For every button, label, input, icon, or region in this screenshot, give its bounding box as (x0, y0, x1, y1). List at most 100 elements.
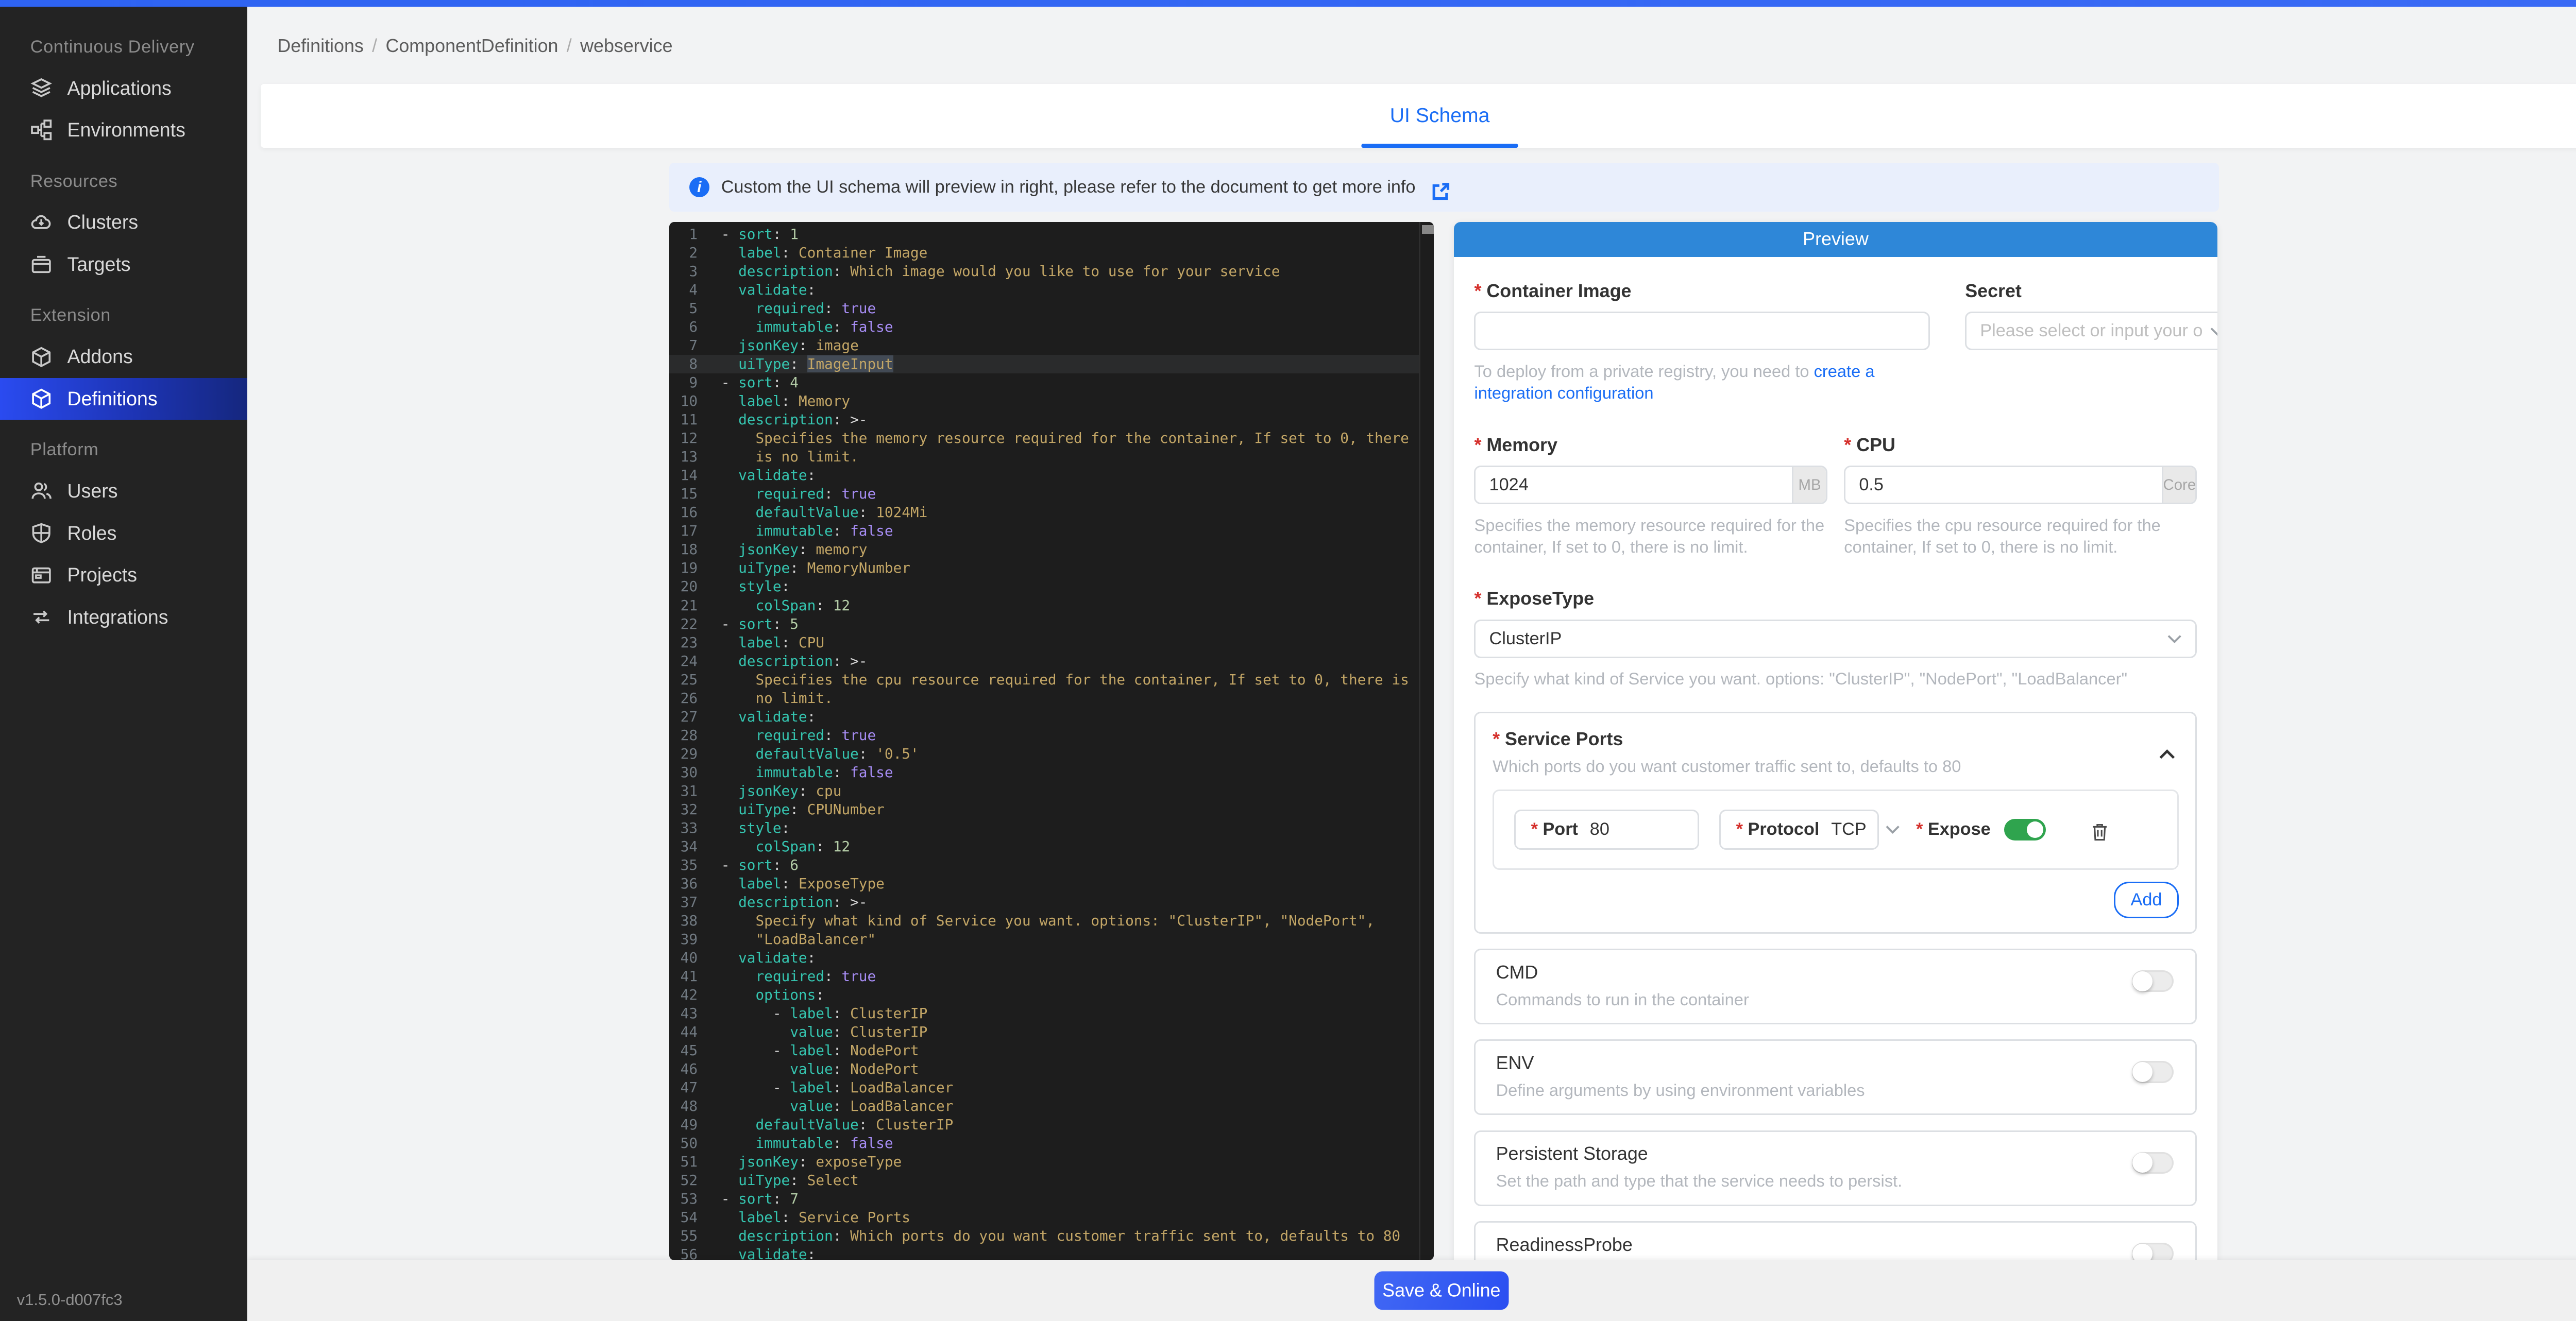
code-line[interactable]: 46 value: NodePort (669, 1060, 1434, 1078)
secret-select[interactable]: Please select or input your o (1965, 312, 2217, 350)
sidebar-item-addons[interactable]: Addons (0, 336, 247, 378)
code-line[interactable]: 34 colSpan: 12 (669, 837, 1434, 856)
code-line[interactable]: 52 uiType: Select (669, 1171, 1434, 1190)
memory-input[interactable] (1476, 467, 1792, 503)
sidebar-item-label: Clusters (67, 211, 138, 233)
code-line[interactable]: 17 immutable: false (669, 522, 1434, 540)
code-line[interactable]: 27 validate: (669, 708, 1434, 726)
code-line[interactable]: 10 label: Memory (669, 392, 1434, 410)
code-line[interactable]: 12 Specifies the memory resource require… (669, 429, 1434, 448)
sidebar-item-applications[interactable]: Applications (0, 67, 247, 109)
sidebar-item-projects[interactable]: Projects (0, 554, 247, 596)
code-line[interactable]: 26 no limit. (669, 689, 1434, 708)
code-line[interactable]: 54 label: Service Ports (669, 1208, 1434, 1227)
code-line[interactable]: 24 description: >- (669, 652, 1434, 671)
breadcrumb-item[interactable]: Definitions (277, 36, 364, 57)
code-line[interactable]: 9- sort: 4 (669, 373, 1434, 392)
code-line[interactable]: 23 label: CPU (669, 633, 1434, 652)
code-line[interactable]: 47 - label: LoadBalancer (669, 1078, 1434, 1097)
minimap[interactable] (1419, 222, 1434, 1260)
code-line[interactable]: 48 value: LoadBalancer (669, 1097, 1434, 1116)
cpu-label: CPU (1844, 435, 2197, 456)
sidebar-item-definitions[interactable]: Definitions (0, 378, 247, 420)
code-line[interactable]: 21 colSpan: 12 (669, 596, 1434, 615)
code-line[interactable]: 3 description: Which image would you lik… (669, 262, 1434, 281)
breadcrumb-item[interactable]: webservice (580, 36, 672, 57)
sidebar-item-roles[interactable]: Roles (0, 512, 247, 554)
code-line[interactable]: 16 defaultValue: 1024Mi (669, 503, 1434, 522)
expose-toggle[interactable] (2004, 819, 2046, 840)
code-line[interactable]: 8 uiType: ImageInput (669, 355, 1434, 373)
code-line[interactable]: 4 validate: (669, 281, 1434, 299)
code-line[interactable]: 49 defaultValue: ClusterIP (669, 1116, 1434, 1134)
code-line[interactable]: 20 style: (669, 577, 1434, 596)
code-line[interactable]: 50 immutable: false (669, 1134, 1434, 1153)
code-line[interactable]: 56 validate: (669, 1245, 1434, 1260)
external-link-icon[interactable] (1431, 177, 1451, 197)
line-number: 6 (669, 318, 713, 336)
code-line[interactable]: 36 label: ExposeType (669, 874, 1434, 893)
line-number: 54 (669, 1208, 713, 1227)
code-line[interactable]: 5 required: true (669, 299, 1434, 318)
code-text: required: true (713, 299, 1434, 318)
sidebar-item-clusters[interactable]: Clusters (0, 201, 247, 244)
code-line[interactable]: 22- sort: 5 (669, 615, 1434, 633)
tab-ui-schema[interactable]: UI Schema (1390, 84, 1490, 148)
code-text: immutable: false (713, 522, 1434, 540)
code-line[interactable]: 30 immutable: false (669, 763, 1434, 782)
code-line[interactable]: 41 required: true (669, 967, 1434, 986)
code-line[interactable]: 35- sort: 6 (669, 856, 1434, 874)
code-line[interactable]: 28 required: true (669, 726, 1434, 745)
line-number: 42 (669, 986, 713, 1004)
toggle-switch[interactable] (2132, 970, 2174, 992)
code-line[interactable]: 25 Specifies the cpu resource required f… (669, 671, 1434, 689)
code-line[interactable]: 38 Specify what kind of Service you want… (669, 912, 1434, 930)
trash-icon[interactable] (2090, 819, 2110, 840)
code-line[interactable]: 18 jsonKey: memory (669, 540, 1434, 559)
code-line[interactable]: 45 - label: NodePort (669, 1041, 1434, 1060)
code-line[interactable]: 43 - label: ClusterIP (669, 1004, 1434, 1023)
code-line[interactable]: 55 description: Which ports do you want … (669, 1227, 1434, 1245)
code-line[interactable]: 32 uiType: CPUNumber (669, 800, 1434, 819)
protocol-select[interactable]: Protocol TCP (1719, 810, 1879, 850)
code-line[interactable]: 2 label: Container Image (669, 244, 1434, 262)
code-line[interactable]: 51 jsonKey: exposeType (669, 1153, 1434, 1171)
code-line[interactable]: 40 validate: (669, 949, 1434, 967)
code-line[interactable]: 13 is no limit. (669, 448, 1434, 466)
code-line[interactable]: 44 value: ClusterIP (669, 1023, 1434, 1041)
toggle-switch[interactable] (2132, 1243, 2174, 1260)
code-line[interactable]: 19 uiType: MemoryNumber (669, 559, 1434, 577)
yaml-editor[interactable]: 1- sort: 12 label: Container Image3 desc… (669, 222, 1434, 1260)
toggle-switch[interactable] (2132, 1152, 2174, 1174)
sidebar-item-environments[interactable]: Environments (0, 109, 247, 151)
line-number: 40 (669, 949, 713, 967)
port-field[interactable]: Port 80 (1514, 810, 1699, 850)
code-text: jsonKey: image (713, 336, 1434, 355)
add-port-button[interactable]: Add (2114, 882, 2179, 919)
secret-label: Secret (1965, 281, 2217, 302)
breadcrumb-item[interactable]: ComponentDefinition (385, 36, 558, 57)
code-line[interactable]: 33 style: (669, 819, 1434, 837)
cpu-input[interactable] (1845, 467, 2162, 503)
code-line[interactable]: 42 options: (669, 986, 1434, 1004)
code-line[interactable]: 11 description: >- (669, 410, 1434, 429)
save-online-button[interactable]: Save & Online (1374, 1271, 1509, 1310)
sidebar-item-integrations[interactable]: Integrations (0, 596, 247, 638)
toggle-switch[interactable] (2132, 1061, 2174, 1083)
line-number: 39 (669, 930, 713, 949)
sidebar-item-users[interactable]: Users (0, 470, 247, 512)
sidebar-item-targets[interactable]: Targets (0, 244, 247, 286)
code-line[interactable]: 39 "LoadBalancer" (669, 930, 1434, 949)
expose-type-select[interactable]: ClusterIP (1474, 620, 2197, 658)
container-image-input[interactable] (1474, 312, 1929, 350)
code-line[interactable]: 7 jsonKey: image (669, 336, 1434, 355)
code-line[interactable]: 37 description: >- (669, 893, 1434, 912)
code-line[interactable]: 29 defaultValue: '0.5' (669, 745, 1434, 763)
code-line[interactable]: 1- sort: 1 (669, 225, 1434, 244)
code-line[interactable]: 14 validate: (669, 466, 1434, 485)
chevron-up-icon[interactable] (2159, 737, 2176, 750)
code-line[interactable]: 31 jsonKey: cpu (669, 782, 1434, 800)
code-line[interactable]: 6 immutable: false (669, 318, 1434, 336)
code-line[interactable]: 53- sort: 7 (669, 1190, 1434, 1208)
code-line[interactable]: 15 required: true (669, 485, 1434, 503)
